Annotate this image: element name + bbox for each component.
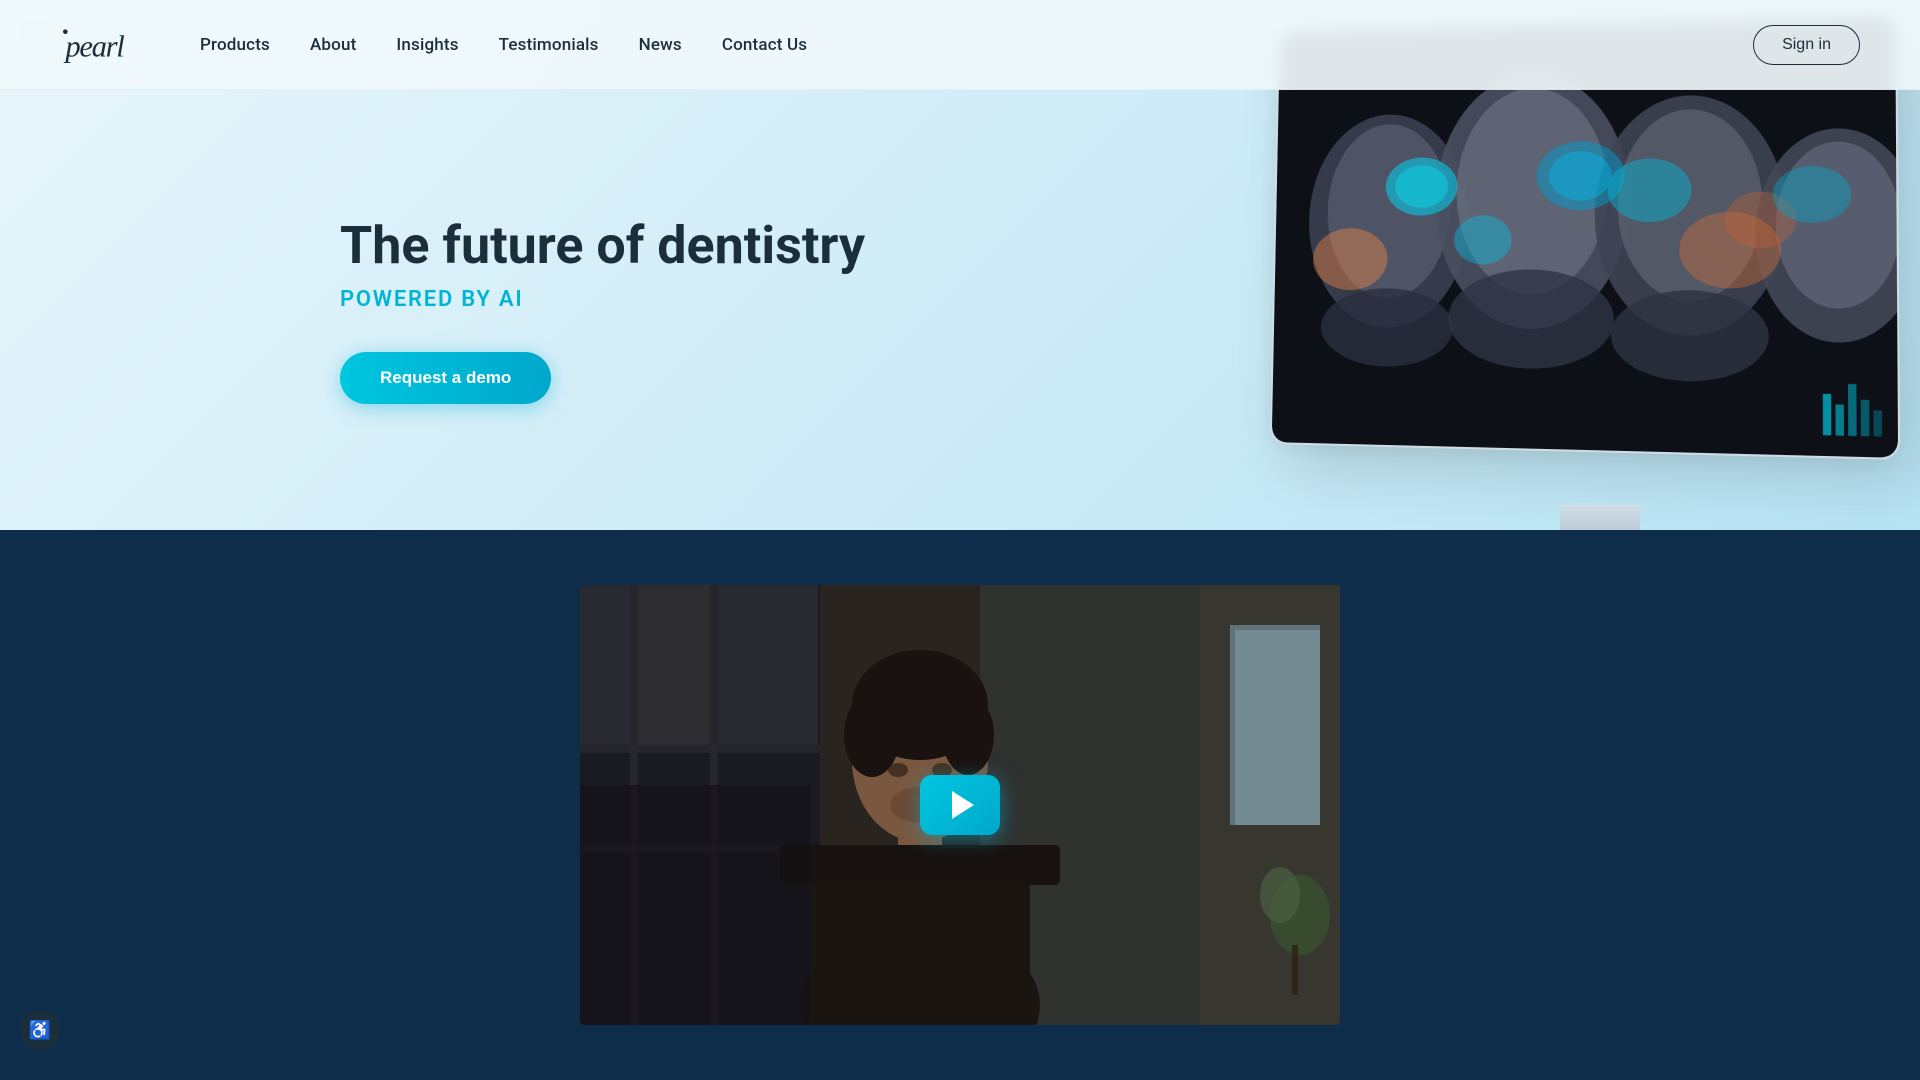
nav-contact[interactable]: Contact Us	[722, 35, 807, 55]
nav-news[interactable]: News	[639, 35, 682, 55]
logo[interactable]: pearl	[60, 13, 140, 77]
nav-testimonials[interactable]: Testimonials	[499, 35, 599, 55]
request-demo-button[interactable]: Request a demo	[340, 352, 551, 404]
hero-subtitle: POWERED BY AI	[340, 287, 865, 312]
main-nav: Products About Insights Testimonials New…	[200, 35, 1753, 55]
hero-title: The future of dentistry	[340, 216, 865, 276]
video-play-button[interactable]	[920, 775, 1000, 835]
nav-insights[interactable]: Insights	[396, 35, 458, 55]
video-section	[0, 530, 1920, 1080]
accessibility-button[interactable]: ♿	[20, 1010, 60, 1050]
video-container[interactable]	[580, 585, 1340, 1025]
hero-content: The future of dentistry POWERED BY AI Re…	[0, 216, 865, 405]
site-header: pearl Products About Insights Testimonia…	[0, 0, 1920, 90]
hero-monitor	[1260, 20, 1920, 510]
accessibility-icon: ♿	[29, 1020, 51, 1041]
logo-icon: pearl	[60, 13, 140, 73]
svg-text:pearl: pearl	[63, 29, 124, 63]
nav-products[interactable]: Products	[200, 35, 270, 55]
monitor-stand	[1560, 505, 1640, 530]
sign-in-button[interactable]: Sign in	[1753, 25, 1860, 65]
nav-about[interactable]: About	[310, 35, 356, 55]
play-icon	[952, 791, 974, 819]
